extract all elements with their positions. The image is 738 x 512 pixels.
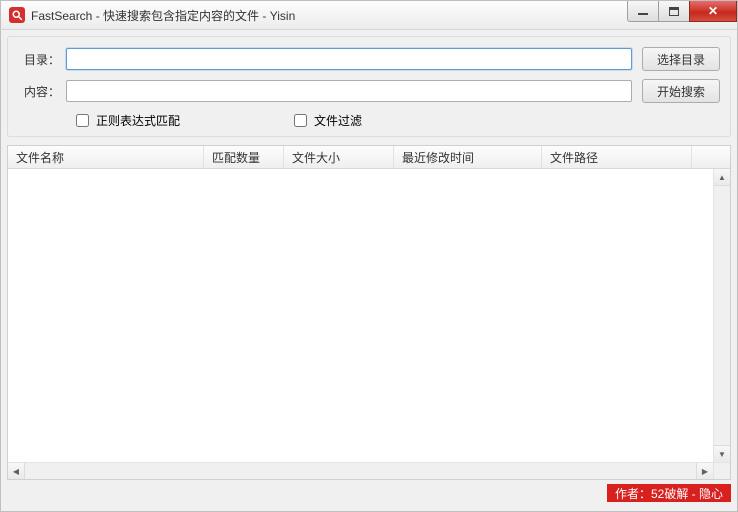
scroll-up-icon[interactable]: ▲ [714, 169, 730, 186]
column-header[interactable]: 文件名称 [8, 146, 204, 168]
window-title: FastSearch - 快速搜索包含指定内容的文件 - Yisin [31, 7, 295, 24]
vertical-scrollbar[interactable]: ▲ ▼ [713, 169, 730, 462]
column-header[interactable]: 文件大小 [284, 146, 394, 168]
maximize-button[interactable] [658, 1, 690, 22]
column-header[interactable]: 文件路径 [542, 146, 692, 168]
scroll-corner [713, 462, 730, 479]
filter-checkbox[interactable] [294, 114, 307, 127]
status-bar: 作者：52破解 - 隐心 [7, 484, 731, 502]
minimize-button[interactable] [627, 1, 659, 22]
results-table: 文件名称匹配数量文件大小最近修改时间文件路径 ▲ ▼ ◀ ▶ [7, 145, 731, 480]
scroll-left-icon[interactable]: ◀ [8, 463, 25, 479]
content-input[interactable] [66, 80, 632, 102]
regex-checkbox-wrap[interactable]: 正则表达式匹配 [72, 111, 180, 130]
status-text [7, 484, 607, 502]
scroll-down-icon[interactable]: ▼ [714, 445, 730, 462]
column-header[interactable]: 匹配数量 [204, 146, 284, 168]
directory-label: 目录 [18, 51, 66, 68]
titlebar: FastSearch - 快速搜索包含指定内容的文件 - Yisin ✕ [0, 0, 738, 30]
author-credit: 作者：52破解 - 隐心 [607, 484, 731, 502]
regex-checkbox-label: 正则表达式匹配 [96, 112, 180, 129]
regex-checkbox[interactable] [76, 114, 89, 127]
column-header[interactable]: 最近修改时间 [394, 146, 542, 168]
directory-input[interactable] [66, 48, 632, 70]
main-panel: 目录 选择目录 内容 开始搜索 正则表达式匹配 文件过滤 文件名称匹配数量文件大… [0, 30, 738, 512]
table-header: 文件名称匹配数量文件大小最近修改时间文件路径 [8, 146, 730, 169]
table-body [8, 169, 713, 462]
horizontal-scrollbar[interactable]: ◀ ▶ [8, 462, 730, 479]
content-label: 内容 [18, 83, 66, 100]
search-frame: 目录 选择目录 内容 开始搜索 正则表达式匹配 文件过滤 [7, 36, 731, 137]
filter-checkbox-label: 文件过滤 [314, 112, 362, 129]
filter-checkbox-wrap[interactable]: 文件过滤 [290, 111, 362, 130]
select-directory-button[interactable]: 选择目录 [642, 47, 720, 71]
start-search-button[interactable]: 开始搜索 [642, 79, 720, 103]
close-button[interactable]: ✕ [689, 1, 737, 22]
app-icon [9, 7, 25, 23]
scroll-right-icon[interactable]: ▶ [696, 463, 713, 479]
window-controls: ✕ [628, 1, 737, 22]
